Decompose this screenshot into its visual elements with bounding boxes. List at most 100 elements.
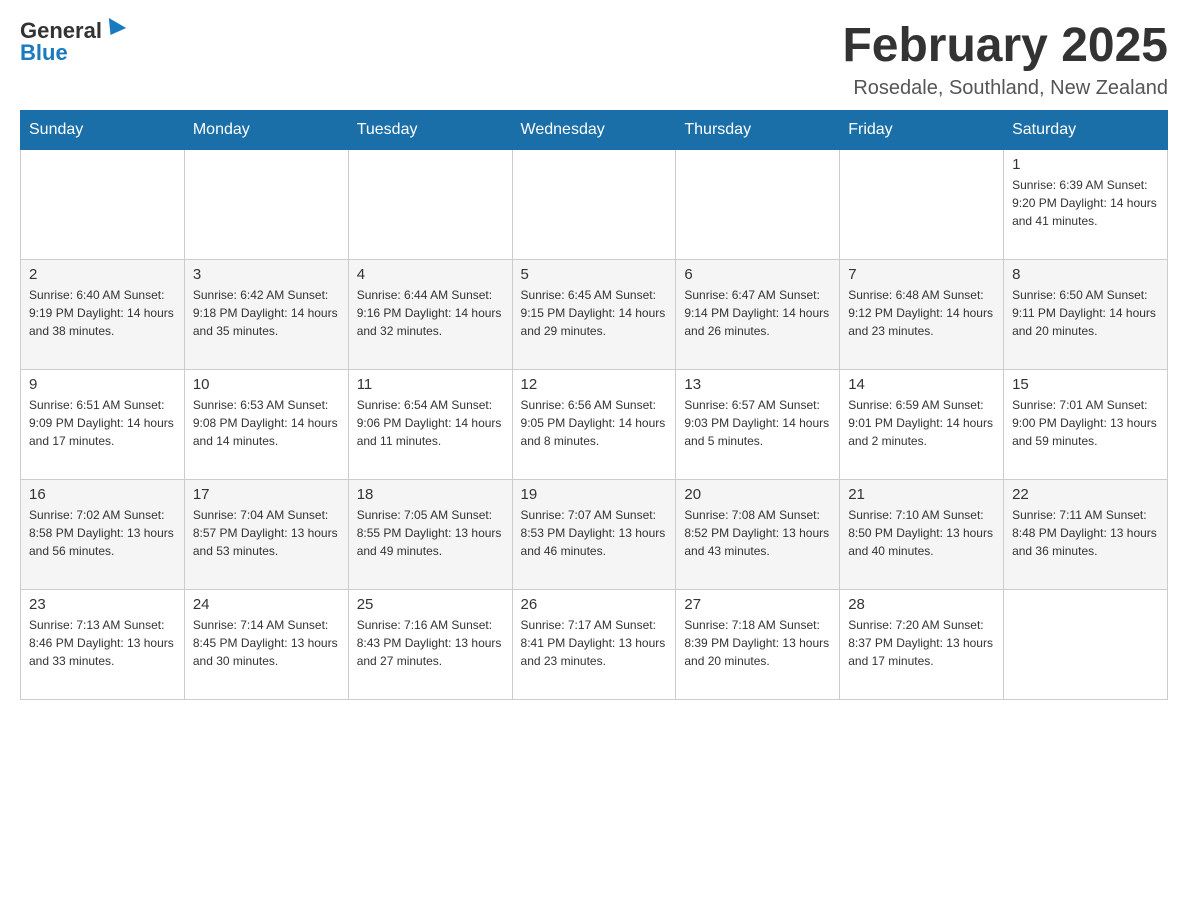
calendar-cell: 14 Sunrise: 6:59 AM Sunset: 9:01 PM Dayli… xyxy=(840,369,1004,479)
day-number: 11 xyxy=(357,376,504,393)
day-info: Sunrise: 6:56 AM Sunset: 9:05 PM Dayligh… xyxy=(521,396,668,450)
day-info: Sunrise: 6:57 AM Sunset: 9:03 PM Dayligh… xyxy=(684,396,831,450)
calendar-cell: 26Sunrise: 7:17 AM Sunset: 8:41 PM Dayli… xyxy=(512,589,676,699)
day-number: 7 xyxy=(848,266,995,283)
calendar-cell xyxy=(1004,589,1168,699)
day-number: 9 xyxy=(29,376,176,393)
day-number: 16 xyxy=(29,486,176,503)
calendar-cell: 10 Sunrise: 6:53 AM Sunset: 9:08 PM Dayli… xyxy=(184,369,348,479)
calendar-cell xyxy=(840,149,1004,259)
location-subtitle: Rosedale, Southland, New Zealand xyxy=(842,77,1168,100)
calendar-cell: 28 Sunrise: 7:20 AM Sunset: 8:37 PM Dayli… xyxy=(840,589,1004,699)
day-info: Sunrise: 6:40 AM Sunset: 9:19 PM Dayligh… xyxy=(29,286,176,340)
day-number: 8 xyxy=(1012,266,1159,283)
day-info: Sunrise: 6:45 AM Sunset: 9:15 PM Dayligh… xyxy=(521,286,668,340)
day-number: 14 xyxy=(848,376,995,393)
calendar-header-tuesday: Tuesday xyxy=(348,110,512,149)
calendar-cell xyxy=(21,149,185,259)
day-info: Sunrise: 6:42 AM Sunset: 9:18 PM Dayligh… xyxy=(193,286,340,340)
calendar-header-thursday: Thursday xyxy=(676,110,840,149)
day-number: 15 xyxy=(1012,376,1159,393)
day-number: 23 xyxy=(29,596,176,613)
day-number: 4 xyxy=(357,266,504,283)
day-number: 1 xyxy=(1012,156,1159,173)
calendar-cell: 23 Sunrise: 7:13 AM Sunset: 8:46 PM Dayli… xyxy=(21,589,185,699)
day-info: Sunrise: 7:01 AM Sunset: 9:00 PM Dayligh… xyxy=(1012,396,1159,450)
day-info: Sunrise: 6:50 AM Sunset: 9:11 PM Dayligh… xyxy=(1012,286,1159,340)
calendar-cell: 16 Sunrise: 7:02 AM Sunset: 8:58 PM Dayli… xyxy=(21,479,185,589)
calendar-cell: 19 Sunrise: 7:07 AM Sunset: 8:53 PM Dayli… xyxy=(512,479,676,589)
calendar-cell: 11 Sunrise: 6:54 AM Sunset: 9:06 PM Dayli… xyxy=(348,369,512,479)
calendar-cell: 15 Sunrise: 7:01 AM Sunset: 9:00 PM Dayli… xyxy=(1004,369,1168,479)
day-number: 2 xyxy=(29,266,176,283)
calendar-cell: 4Sunrise: 6:44 AM Sunset: 9:16 PM Daylig… xyxy=(348,259,512,369)
calendar-cell: 13Sunrise: 6:57 AM Sunset: 9:03 PM Dayli… xyxy=(676,369,840,479)
calendar-cell: 12 Sunrise: 6:56 AM Sunset: 9:05 PM Dayli… xyxy=(512,369,676,479)
calendar-cell: 20 Sunrise: 7:08 AM Sunset: 8:52 PM Dayli… xyxy=(676,479,840,589)
day-info: Sunrise: 7:02 AM Sunset: 8:58 PM Dayligh… xyxy=(29,506,176,560)
day-number: 12 xyxy=(521,376,668,393)
logo-general-text: General xyxy=(20,20,102,42)
day-number: 25 xyxy=(357,596,504,613)
calendar-cell xyxy=(676,149,840,259)
day-number: 3 xyxy=(193,266,340,283)
day-number: 17 xyxy=(193,486,340,503)
calendar-cell: 9 Sunrise: 6:51 AM Sunset: 9:09 PM Daylig… xyxy=(21,369,185,479)
day-info: Sunrise: 6:54 AM Sunset: 9:06 PM Dayligh… xyxy=(357,396,504,450)
calendar-header-wednesday: Wednesday xyxy=(512,110,676,149)
day-number: 22 xyxy=(1012,486,1159,503)
calendar-cell: 17 Sunrise: 7:04 AM Sunset: 8:57 PM Dayli… xyxy=(184,479,348,589)
day-info: Sunrise: 7:04 AM Sunset: 8:57 PM Dayligh… xyxy=(193,506,340,560)
calendar-cell: 27 Sunrise: 7:18 AM Sunset: 8:39 PM Dayli… xyxy=(676,589,840,699)
calendar-cell: 5 Sunrise: 6:45 AM Sunset: 9:15 PM Daylig… xyxy=(512,259,676,369)
day-info: Sunrise: 7:18 AM Sunset: 8:39 PM Dayligh… xyxy=(684,616,831,670)
calendar-cell: 3 Sunrise: 6:42 AM Sunset: 9:18 PM Daylig… xyxy=(184,259,348,369)
calendar-header-sunday: Sunday xyxy=(21,110,185,149)
title-area: February 2025 Rosedale, Southland, New Z… xyxy=(842,20,1168,100)
calendar-week-row: 16 Sunrise: 7:02 AM Sunset: 8:58 PM Dayli… xyxy=(21,479,1168,589)
day-info: Sunrise: 7:05 AM Sunset: 8:55 PM Dayligh… xyxy=(357,506,504,560)
calendar-cell: 22 Sunrise: 7:11 AM Sunset: 8:48 PM Dayli… xyxy=(1004,479,1168,589)
day-info: Sunrise: 6:59 AM Sunset: 9:01 PM Dayligh… xyxy=(848,396,995,450)
day-info: Sunrise: 7:08 AM Sunset: 8:52 PM Dayligh… xyxy=(684,506,831,560)
day-number: 6 xyxy=(684,266,831,283)
day-info: Sunrise: 6:53 AM Sunset: 9:08 PM Dayligh… xyxy=(193,396,340,450)
day-number: 18 xyxy=(357,486,504,503)
day-number: 20 xyxy=(684,486,831,503)
calendar-cell xyxy=(512,149,676,259)
day-info: Sunrise: 6:39 AM Sunset: 9:20 PM Dayligh… xyxy=(1012,176,1159,230)
day-number: 27 xyxy=(684,596,831,613)
day-info: Sunrise: 6:47 AM Sunset: 9:14 PM Dayligh… xyxy=(684,286,831,340)
calendar-week-row: 1 Sunrise: 6:39 AM Sunset: 9:20 PM Daylig… xyxy=(21,149,1168,259)
calendar-week-row: 2 Sunrise: 6:40 AM Sunset: 9:19 PM Daylig… xyxy=(21,259,1168,369)
day-number: 21 xyxy=(848,486,995,503)
day-number: 5 xyxy=(521,266,668,283)
day-number: 28 xyxy=(848,596,995,613)
calendar-cell xyxy=(348,149,512,259)
logo: General Blue xyxy=(20,20,124,64)
day-number: 10 xyxy=(193,376,340,393)
calendar-cell: 7Sunrise: 6:48 AM Sunset: 9:12 PM Daylig… xyxy=(840,259,1004,369)
day-info: Sunrise: 7:11 AM Sunset: 8:48 PM Dayligh… xyxy=(1012,506,1159,560)
day-info: Sunrise: 7:10 AM Sunset: 8:50 PM Dayligh… xyxy=(848,506,995,560)
day-info: Sunrise: 6:51 AM Sunset: 9:09 PM Dayligh… xyxy=(29,396,176,450)
calendar-header-monday: Monday xyxy=(184,110,348,149)
day-number: 26 xyxy=(521,596,668,613)
calendar-cell: 1 Sunrise: 6:39 AM Sunset: 9:20 PM Daylig… xyxy=(1004,149,1168,259)
day-info: Sunrise: 7:14 AM Sunset: 8:45 PM Dayligh… xyxy=(193,616,340,670)
calendar-header-row: SundayMondayTuesdayWednesdayThursdayFrid… xyxy=(21,110,1168,149)
day-info: Sunrise: 7:16 AM Sunset: 8:43 PM Dayligh… xyxy=(357,616,504,670)
calendar-cell: 2 Sunrise: 6:40 AM Sunset: 9:19 PM Daylig… xyxy=(21,259,185,369)
day-info: Sunrise: 7:20 AM Sunset: 8:37 PM Dayligh… xyxy=(848,616,995,670)
day-number: 24 xyxy=(193,596,340,613)
day-info: Sunrise: 7:07 AM Sunset: 8:53 PM Dayligh… xyxy=(521,506,668,560)
calendar-cell: 6 Sunrise: 6:47 AM Sunset: 9:14 PM Daylig… xyxy=(676,259,840,369)
day-info: Sunrise: 7:13 AM Sunset: 8:46 PM Dayligh… xyxy=(29,616,176,670)
month-title: February 2025 xyxy=(842,20,1168,73)
calendar-cell: 18 Sunrise: 7:05 AM Sunset: 8:55 PM Dayli… xyxy=(348,479,512,589)
calendar-week-row: 9 Sunrise: 6:51 AM Sunset: 9:09 PM Daylig… xyxy=(21,369,1168,479)
day-number: 19 xyxy=(521,486,668,503)
logo-triangle-icon xyxy=(102,18,126,40)
calendar-cell: 8 Sunrise: 6:50 AM Sunset: 9:11 PM Daylig… xyxy=(1004,259,1168,369)
calendar-header-friday: Friday xyxy=(840,110,1004,149)
